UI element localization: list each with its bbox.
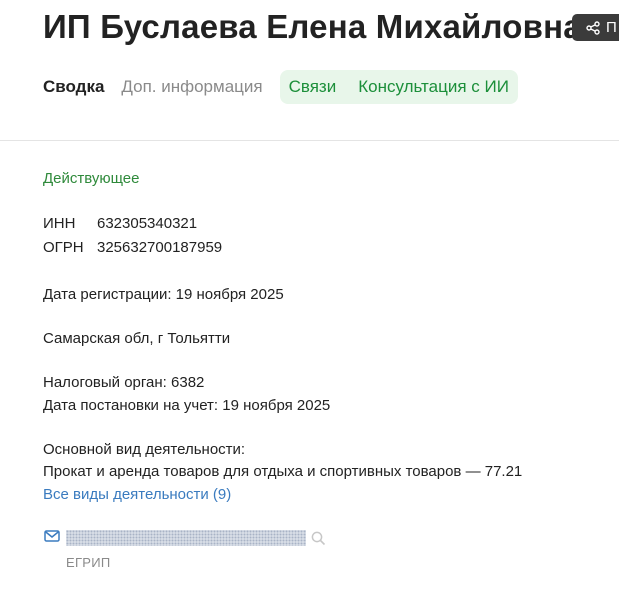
ogrn-label: ОГРН: [43, 239, 84, 256]
page-title: ИП Буслаева Елена Михайловна: [43, 8, 582, 45]
divider: [0, 140, 619, 141]
tab-extra-info[interactable]: Доп. информация: [121, 77, 262, 97]
status-badge: Действующее: [43, 170, 140, 187]
tax-registration-date: Дата постановки на учет: 19 ноября 2025: [43, 397, 331, 414]
main-activity-label: Основной вид деятельности:: [43, 441, 246, 458]
ogrn-row: ОГРН 325632700187959: [43, 239, 222, 256]
tab-connections[interactable]: Связи: [289, 77, 337, 97]
tax-authority: Налоговый орган: 6382: [43, 374, 205, 391]
inn-value: 632305340321: [97, 215, 198, 232]
inn-label: ИНН: [43, 215, 76, 232]
tab-summary[interactable]: Сводка: [43, 77, 104, 97]
tab-group-highlighted: Связи Консультация с ИИ: [279, 70, 518, 104]
source-label: ЕГРИП: [66, 555, 111, 570]
registration-date: Дата регистрации: 19 ноября 2025: [43, 286, 284, 303]
share-icon: [586, 20, 600, 35]
tab-bar: Сводка Доп. информация Связи Консультаци…: [43, 70, 518, 104]
share-button-label: П: [606, 19, 617, 36]
hidden-email-placeholder[interactable]: [66, 530, 306, 546]
main-activity-value: Прокат и аренда товаров для отдыха и спо…: [43, 463, 523, 480]
all-activities-link[interactable]: Все виды деятельности (9): [43, 486, 231, 503]
tab-ai-consult[interactable]: Консультация с ИИ: [358, 77, 509, 97]
company-page: ИП Буслаева Елена Михайловна П Сводка До…: [0, 0, 619, 591]
ogrn-value: 325632700187959: [97, 239, 223, 256]
inn-row: ИНН 632305340321: [43, 215, 197, 232]
mail-icon: [44, 529, 60, 543]
share-button[interactable]: П: [572, 14, 619, 41]
address: Самарская обл, г Тольятти: [43, 330, 231, 347]
search-icon[interactable]: [311, 531, 326, 546]
